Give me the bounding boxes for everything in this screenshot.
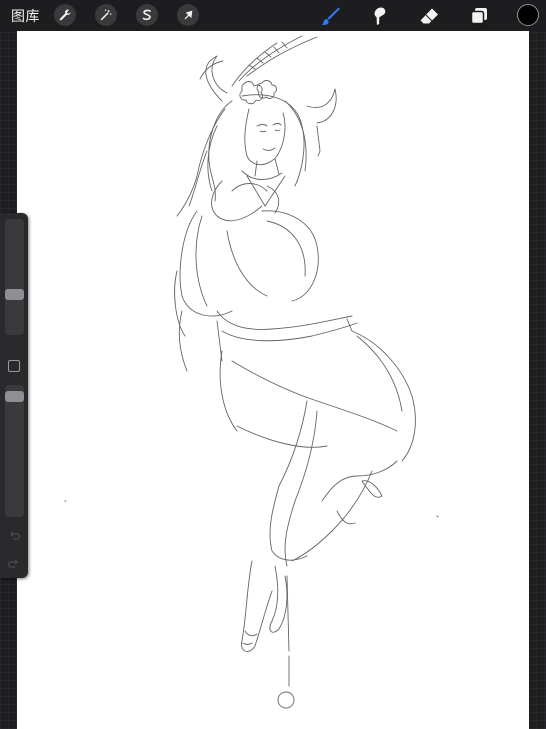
pencil-sketch-artwork — [64, 35, 439, 709]
left-sidebar — [0, 213, 28, 578]
top-toolbar: 图库 — [0, 0, 546, 31]
procreate-app: 图库 — [0, 0, 546, 729]
adjustments-button[interactable] — [95, 4, 117, 26]
brush-size-thumb[interactable] — [5, 289, 24, 300]
eraser-icon — [420, 8, 438, 24]
smudge-icon — [374, 7, 386, 25]
opacity-slider[interactable] — [5, 385, 24, 517]
modify-button[interactable] — [8, 360, 20, 372]
selection-s-icon — [142, 9, 151, 21]
gallery-button[interactable]: 图库 — [11, 6, 40, 26]
arrow-cursor-icon — [184, 10, 193, 20]
redo-icon — [7, 559, 18, 568]
erase-button[interactable] — [417, 4, 441, 28]
layers-button[interactable] — [467, 4, 491, 28]
color-picker-button[interactable] — [517, 4, 539, 26]
paint-button[interactable] — [318, 4, 342, 28]
drawing-canvas[interactable] — [17, 31, 529, 729]
wrench-icon — [59, 9, 71, 21]
magic-wand-icon — [100, 9, 112, 21]
redo-button[interactable] — [7, 557, 21, 571]
actions-button[interactable] — [54, 4, 76, 26]
undo-button[interactable] — [7, 529, 21, 543]
selection-button[interactable] — [136, 4, 158, 26]
layers-icon — [470, 8, 487, 25]
undo-icon — [10, 531, 21, 540]
brush-icon — [321, 7, 340, 25]
brush-size-slider[interactable] — [5, 219, 24, 335]
smudge-button[interactable] — [367, 4, 391, 28]
opacity-thumb[interactable] — [5, 391, 24, 402]
transform-button[interactable] — [177, 4, 199, 26]
